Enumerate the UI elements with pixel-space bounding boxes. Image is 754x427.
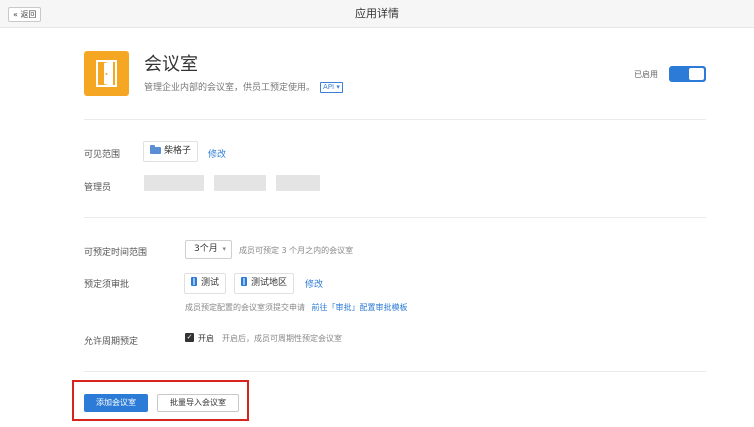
recurring-checkbox[interactable]: ✓ [185, 333, 194, 342]
chevron-down-icon: ▾ [222, 245, 226, 253]
recurring-label: 允许周期预定 [84, 337, 139, 347]
booking-range-label: 可预定时间范围 [84, 248, 148, 258]
door-icon [96, 60, 117, 87]
visibility-chip: 柴格子 [143, 141, 199, 162]
booking-range-select[interactable]: 3个月 ▾ [185, 240, 232, 259]
divider [84, 217, 706, 218]
approval-edit-link[interactable]: 修改 [305, 277, 323, 290]
booking-range-hint: 成员可预定 3 个月之内的会议室 [239, 246, 354, 255]
approval-chip-label: 测试地区 [251, 278, 288, 288]
divider [84, 371, 706, 372]
approval-template-link[interactable]: 前往「审批」配置审批模板 [312, 303, 408, 312]
page-title: 应用详情 [355, 7, 399, 20]
app-icon [84, 51, 129, 96]
admin-avatar-3[interactable] [276, 175, 320, 191]
approval-chip: 测试地区 [234, 273, 295, 294]
approval-label: 预定须审批 [84, 280, 130, 290]
approval-chip-label: 测试 [201, 278, 220, 288]
visibility-edit-link[interactable]: 修改 [208, 147, 226, 160]
app-description: 管理企业内部的会议室，供员工预定使用。 API ▾ [144, 80, 343, 93]
toggle-knob [689, 68, 704, 80]
add-room-button[interactable]: 添加会议室 [84, 394, 148, 412]
book-icon [241, 277, 247, 286]
approval-hint-text: 成员预定配置的会议室须提交申请 [185, 303, 305, 312]
enable-toggle[interactable] [669, 66, 706, 82]
divider [84, 119, 706, 120]
admins-label: 管理员 [84, 183, 112, 193]
approval-hint: 成员预定配置的会议室须提交申请 前往「审批」配置审批模板 [185, 302, 408, 313]
api-tag[interactable]: API ▾ [320, 82, 343, 93]
recurring-checkbox-label[interactable]: 开启 [198, 333, 214, 344]
book-icon [191, 277, 197, 286]
visibility-chip-label: 柴格子 [164, 146, 192, 156]
visibility-label: 可见范围 [84, 150, 121, 160]
app-name: 会议室 [144, 54, 198, 75]
app-description-text: 管理企业内部的会议室，供员工预定使用。 [144, 83, 316, 93]
folder-icon [150, 145, 161, 154]
admin-avatar-1[interactable] [144, 175, 204, 191]
approval-chip: 测试 [184, 273, 227, 294]
top-bar: « 返回 应用详情 [0, 0, 754, 28]
import-rooms-button[interactable]: 批量导入会议室 [157, 394, 239, 412]
admin-avatar-2[interactable] [214, 175, 266, 191]
enabled-label: 已启用 [634, 70, 658, 79]
recurring-hint: 开启后，成员可周期性预定会议室 [222, 334, 342, 343]
booking-range-value: 3个月 [194, 244, 218, 254]
